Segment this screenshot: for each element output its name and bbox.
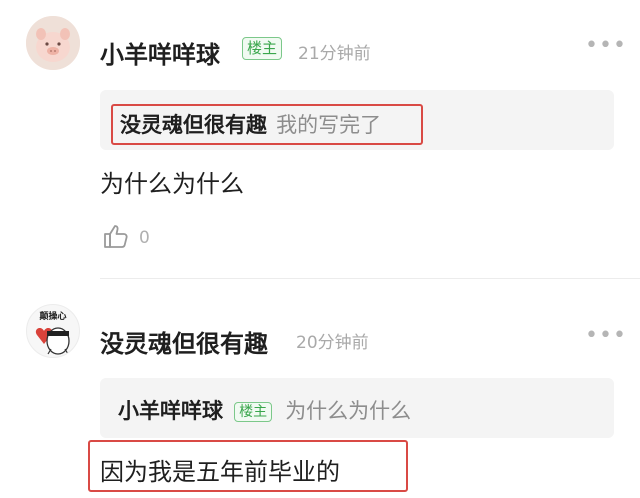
quote-text: 为什么为什么 <box>285 399 412 423</box>
comment-author[interactable]: 没灵魂但很有趣 <box>100 324 268 359</box>
comment-body: 因为我是五年前毕业的 <box>100 458 340 486</box>
quote-text: 我的写完了 <box>276 113 382 137</box>
comment-time: 21分钟前 <box>298 44 371 64</box>
like-count: 0 <box>139 228 150 248</box>
pig-avatar-icon <box>26 16 80 70</box>
quote-author[interactable]: 没灵魂但很有趣 <box>120 113 267 137</box>
op-badge: 楼主 <box>242 37 283 60</box>
avatar[interactable]: 颠操心 <box>26 304 80 358</box>
quote-line: 小羊咩咩球 楼主 为什么为什么 <box>118 395 411 425</box>
quote-author[interactable]: 小羊咩咩球 <box>118 399 223 423</box>
divider <box>100 278 640 279</box>
quote-line: 没灵魂但很有趣 我的写完了 <box>120 109 381 139</box>
comment-author[interactable]: 小羊咩咩球 <box>100 35 220 70</box>
cartoon-avatar-icon <box>35 327 70 355</box>
more-horizontal-icon[interactable]: ••• <box>585 33 627 58</box>
op-badge: 楼主 <box>234 402 273 422</box>
thumbs-up-icon[interactable] <box>102 222 130 250</box>
more-horizontal-icon[interactable]: ••• <box>585 323 627 348</box>
comment-time: 20分钟前 <box>296 333 369 353</box>
comment-body: 为什么为什么 <box>100 170 244 198</box>
avatar[interactable] <box>26 16 80 70</box>
